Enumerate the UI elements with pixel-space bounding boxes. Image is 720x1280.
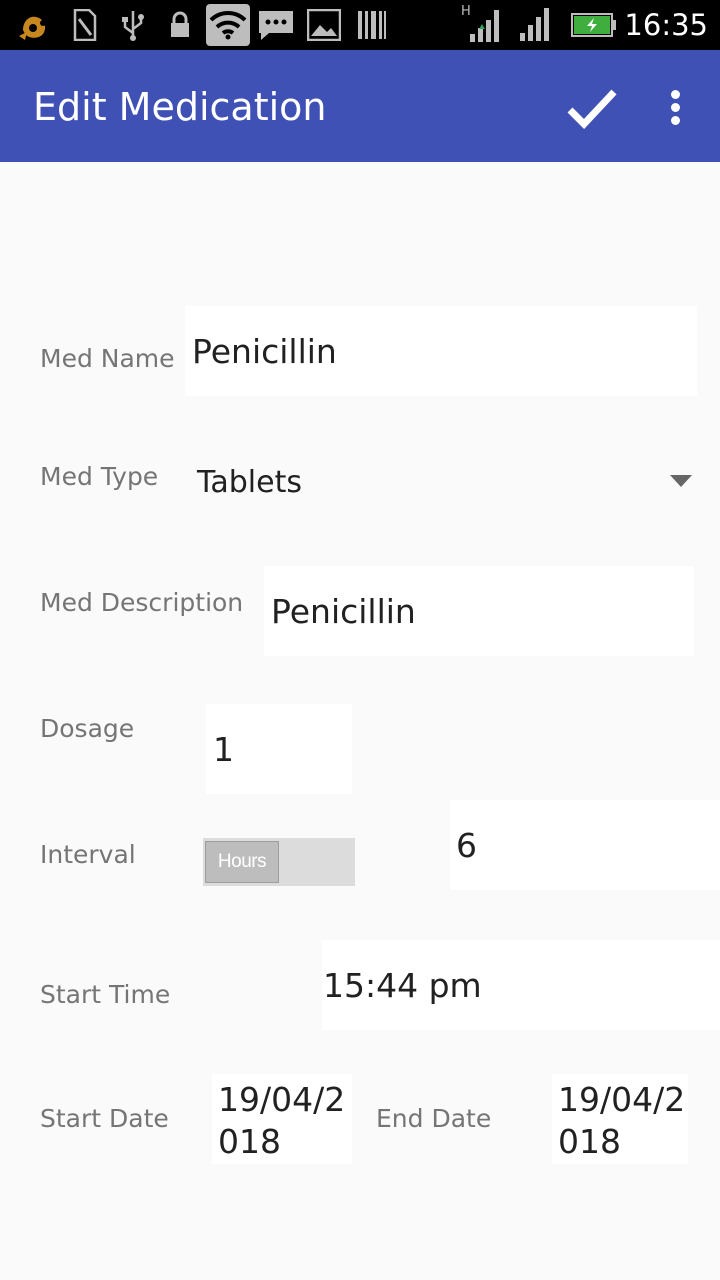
check-icon [567,89,617,130]
interval-unit-thumb: Hours [205,841,279,883]
start-date-input[interactable]: 19/04/2 018 [212,1074,352,1164]
med-description-input[interactable]: Penicillin [264,566,694,656]
message-icon [256,8,296,42]
save-button[interactable] [562,80,622,136]
status-bar: H 16:35 [0,0,720,50]
dosage-label: Dosage [40,714,135,743]
status-time: 16:35 [624,8,708,42]
dosage-value: 1 [213,730,234,769]
image-icon [306,8,342,42]
uc-browser-icon [16,8,56,42]
end-date-input[interactable]: 19/04/2 018 [552,1074,688,1164]
end-date-value-line1: 19/04/2 [558,1080,686,1119]
battery-charging-icon [570,8,618,42]
med-description-value: Penicillin [271,592,416,631]
med-name-label: Med Name [40,344,175,373]
med-name-input[interactable]: Penicillin [185,306,697,396]
barcode-icon [356,8,388,42]
usb-icon [118,8,148,42]
page-title: Edit Medication [33,85,327,129]
signal-h-icon: H [460,2,504,44]
interval-input[interactable]: 6 [450,800,720,890]
start-date-value-line1: 19/04/2 [218,1080,346,1119]
interval-label: Interval [40,840,136,869]
start-time-value: 15:44 pm [323,966,482,1005]
med-description-label: Med Description [40,588,244,617]
sim-card-icon [72,8,98,42]
dropdown-arrow-icon [670,475,692,487]
lock-icon [168,8,192,42]
start-time-input[interactable]: 15:44 pm [322,940,720,1030]
interval-unit-toggle[interactable]: Hours [203,838,355,886]
dosage-input[interactable]: 1 [206,704,352,794]
more-options-button[interactable] [660,82,692,132]
wifi-icon [206,4,250,46]
end-date-value-line2: 018 [558,1122,621,1161]
signal-icon [516,4,556,44]
end-date-label: End Date [376,1104,492,1133]
start-date-value-line2: 018 [218,1122,281,1161]
app-bar: Edit Medication [0,50,720,162]
med-type-label: Med Type [40,462,159,491]
start-time-label: Start Time [40,980,171,1009]
med-type-value: Tablets [197,465,302,500]
network-type-text: H [461,4,471,19]
med-name-value: Penicillin [192,332,337,371]
interval-value: 6 [456,826,477,865]
start-date-label: Start Date [40,1104,169,1133]
